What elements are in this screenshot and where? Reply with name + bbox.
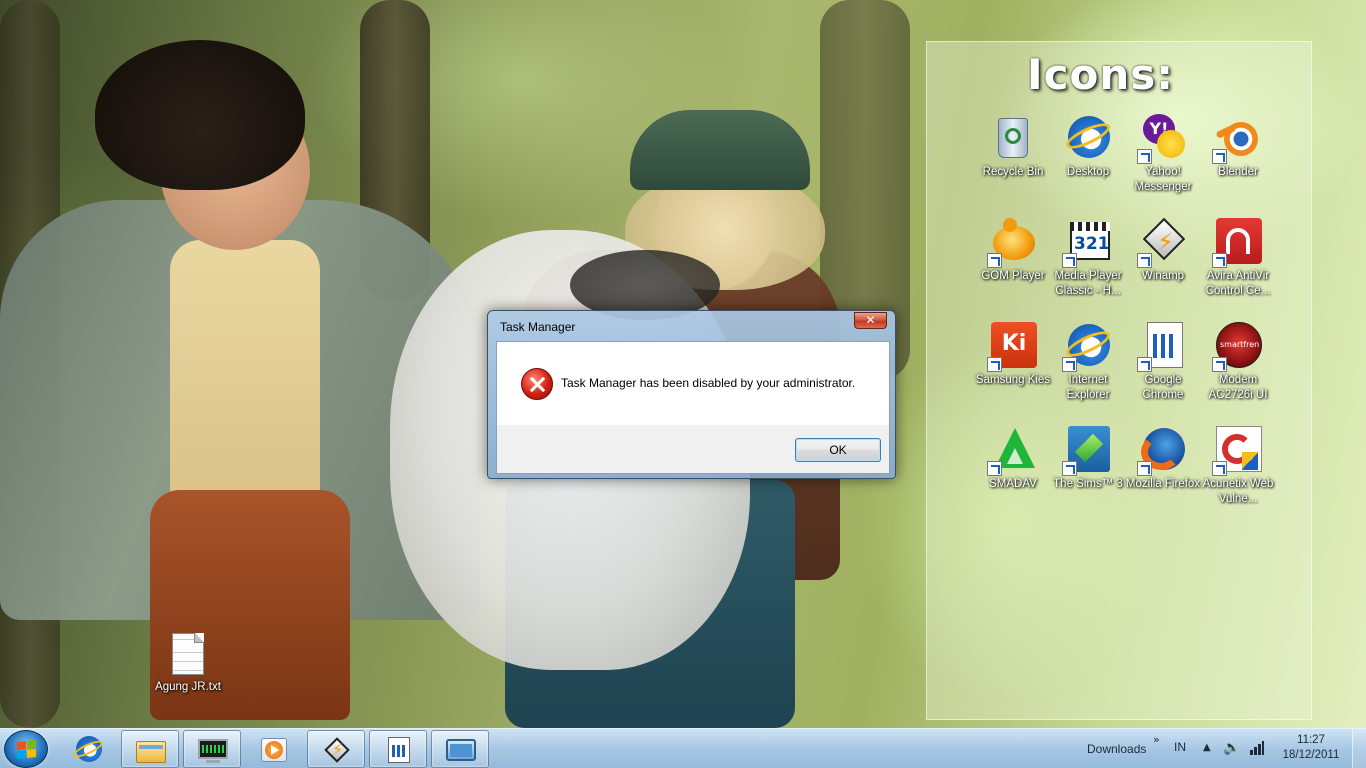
dialog-title: Task Manager: [500, 320, 576, 334]
desktop-icon-label: Media Player Classic - H...: [1054, 270, 1122, 297]
desktop-icon-label: Acunetix Web Vulne...: [1202, 478, 1274, 505]
volume-icon[interactable]: 🔈: [1223, 740, 1240, 756]
desktop-icon-recycle-bin[interactable]: Recycle Bin: [973, 114, 1053, 180]
yahoo-messenger-icon: Y!: [1137, 114, 1187, 164]
desktop-icon-label: Recycle Bin: [982, 166, 1044, 178]
desktop-icon-label: Avira AntiVir Control Ce...: [1205, 270, 1271, 297]
desktop-icon-samsung-kies[interactable]: Ki Samsung Kies: [973, 322, 1053, 388]
desktop-icon-google-chrome[interactable]: Google Chrome: [1123, 322, 1203, 403]
winamp-icon: ⚡: [1137, 217, 1187, 268]
desktop-icon-avira[interactable]: Avira AntiVir Control Ce...: [1198, 218, 1278, 299]
desktop-icon-internet-explorer[interactable]: Internet Explorer: [1048, 322, 1128, 403]
firefox-icon: [1137, 426, 1187, 476]
monitor-icon: [198, 737, 228, 763]
desktop-icon-desktop[interactable]: Desktop: [1048, 114, 1128, 180]
internet-explorer-icon: [1062, 114, 1114, 162]
desktop-icon-label: Google Chrome: [1142, 374, 1184, 401]
document-icon: [384, 737, 412, 763]
dialog-message-area: Task Manager has been disabled by your a…: [497, 342, 889, 425]
desktop-icon-media-player-classic[interactable]: 321 Media Player Classic - H...: [1048, 218, 1128, 299]
close-button[interactable]: ✕: [854, 312, 887, 329]
desktop-icon-modem[interactable]: smartfren Modem AC2726i UI: [1198, 322, 1278, 403]
ok-button[interactable]: OK: [795, 438, 881, 462]
clock-time: 11:27: [1297, 734, 1325, 746]
desktop-icon-acunetix[interactable]: Acunetix Web Vulne...: [1198, 426, 1278, 507]
taskbar: ⚡ Downloads » IN ▲ 🔈 11:27 18/12/2011: [0, 728, 1366, 768]
desktop-icon-label: Modem AC2726i UI: [1208, 374, 1268, 401]
smartfren-modem-icon: smartfren: [1212, 322, 1262, 372]
text-file-icon: [172, 633, 204, 675]
taskbar-button-winamp[interactable]: ⚡: [307, 730, 365, 768]
desktop-file[interactable]: Agung JR.txt: [148, 633, 228, 693]
dialog-message: Task Manager has been disabled by your a…: [561, 376, 856, 390]
panel-title: Icons:: [1027, 50, 1175, 99]
taskbar-button-windows-explorer[interactable]: [121, 730, 179, 768]
taskbar-button-document[interactable]: [369, 730, 427, 768]
icon-panel: Icons: Recycle Bin Desktop Y! Yahoo! Mes…: [926, 41, 1312, 720]
gom-player-icon: [987, 218, 1037, 268]
internet-explorer-icon: [1062, 322, 1114, 372]
desktop-icon-label: Internet Explorer: [1066, 374, 1110, 401]
desktop-icon-the-sims-3[interactable]: The Sims™ 3: [1048, 426, 1128, 492]
taskbar-button-window[interactable]: [431, 730, 489, 768]
desktop-icon-smadav[interactable]: SMADAV: [973, 426, 1053, 492]
clock-date: 18/12/2011: [1282, 749, 1340, 761]
show-desktop-button[interactable]: [1352, 729, 1366, 768]
folder-icon: [136, 737, 166, 763]
internet-explorer-icon: [71, 736, 105, 762]
language-indicator[interactable]: IN: [1174, 740, 1186, 754]
desktop-icon-firefox[interactable]: Mozilla Firefox: [1123, 426, 1203, 492]
avira-icon: [1212, 218, 1262, 268]
window-icon: [446, 737, 476, 763]
desktop-icon-yahoo-messenger[interactable]: Y! Yahoo! Messenger: [1123, 114, 1203, 195]
desktop-icon-label: Winamp: [1141, 270, 1185, 282]
desktop-icon-label: Samsung Kies: [975, 374, 1051, 386]
desktop-icon-label: Blender: [1218, 166, 1258, 178]
windows-logo-icon: [17, 739, 37, 761]
person-hair: [95, 40, 305, 190]
desktop-icon-blender[interactable]: Blender: [1198, 114, 1278, 180]
desktop-icon-winamp[interactable]: ⚡ Winamp: [1123, 217, 1203, 284]
samsung-kies-icon: Ki: [987, 322, 1037, 372]
dialog-body: Task Manager has been disabled by your a…: [496, 341, 890, 474]
taskbar-button-media-player[interactable]: [245, 730, 303, 768]
acunetix-icon: [1212, 426, 1262, 476]
google-chrome-icon: [1137, 322, 1187, 372]
the-sims-3-icon: [1062, 426, 1112, 476]
desktop-icon-gom-player[interactable]: GOM Player: [973, 218, 1053, 284]
desktop-icon-label: GOM Player: [981, 270, 1045, 282]
network-icon[interactable]: [1250, 740, 1264, 756]
desktop-file-label: Agung JR.txt: [155, 681, 221, 693]
smadav-icon: [987, 426, 1037, 476]
media-player-icon: [259, 736, 287, 762]
error-icon: [521, 368, 553, 400]
winamp-icon: ⚡: [322, 737, 350, 763]
start-button[interactable]: [4, 730, 48, 768]
task-manager-dialog: Task Manager ✕ Task Manager has been dis…: [487, 310, 896, 479]
taskbar-button-system-monitor[interactable]: [183, 730, 241, 768]
tray-downloads-toolbar[interactable]: Downloads: [1087, 742, 1146, 756]
toolbar-chevron-icon[interactable]: »: [1153, 733, 1160, 746]
show-hidden-icons-arrow-icon[interactable]: ▲: [1203, 742, 1211, 753]
recycle-bin-icon: [989, 114, 1037, 162]
desktop-icon-label: Yahoo! Messenger: [1134, 166, 1192, 193]
desktop-icon-label: The Sims™ 3: [1053, 478, 1123, 490]
media-player-classic-icon: 321: [1062, 218, 1112, 268]
person-cap: [630, 110, 810, 190]
desktop-icon-label: Mozilla Firefox: [1125, 478, 1201, 490]
clock[interactable]: 11:27 18/12/2011: [1281, 733, 1341, 763]
blender-icon: [1212, 114, 1262, 164]
taskbar-button-internet-explorer[interactable]: [60, 730, 118, 768]
desktop-icon-label: Desktop: [1066, 166, 1110, 178]
desktop-icon-label: SMADAV: [989, 478, 1037, 490]
